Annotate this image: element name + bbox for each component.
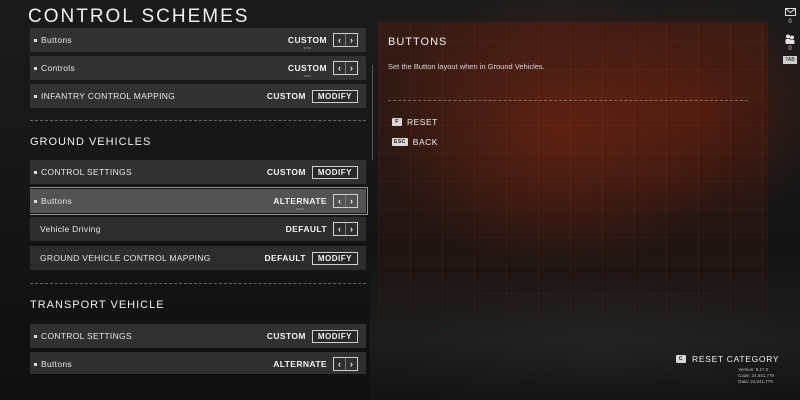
detail-description: Set the Button layout when in Ground Veh… bbox=[388, 62, 545, 71]
modify-button[interactable]: MODIFY bbox=[311, 329, 358, 343]
row-label: INFANTRY CONTROL MAPPING bbox=[41, 91, 176, 101]
scrollbar[interactable] bbox=[372, 65, 373, 160]
left-arrow-icon[interactable]: ‹ bbox=[334, 223, 345, 235]
reset-key-icon: F bbox=[392, 118, 402, 126]
row-label: CONTROL SETTINGS bbox=[41, 167, 132, 177]
row-label: GROUND VEHICLE CONTROL MAPPING bbox=[40, 253, 211, 263]
left-arrow-icon[interactable]: ‹ bbox=[334, 34, 345, 46]
right-arrow-icon[interactable]: › bbox=[345, 223, 357, 235]
bullet bbox=[34, 362, 37, 366]
row-value: CUSTOM bbox=[266, 91, 306, 101]
option-arrows[interactable]: ‹ › bbox=[333, 222, 358, 236]
tab-key-icon: TAB bbox=[783, 56, 797, 64]
reset-action[interactable]: F RESET bbox=[392, 117, 438, 127]
reset-label: RESET bbox=[407, 117, 438, 127]
back-label: BACK bbox=[412, 137, 438, 147]
settings-list[interactable]: Buttons CUSTOM •••• ‹ › Controls CUSTOM ••… bbox=[30, 28, 368, 374]
bullet bbox=[34, 199, 37, 203]
row-vehicle-driving[interactable]: Vehicle Driving DEFAULT ‹ › bbox=[30, 217, 366, 241]
modify-button[interactable]: MODIFY bbox=[311, 165, 358, 179]
row-value: DEFAULT bbox=[285, 224, 327, 234]
page-title: CONTROL SCHEMES bbox=[28, 6, 250, 27]
right-arrow-icon[interactable]: › bbox=[345, 358, 357, 370]
section-divider bbox=[30, 120, 366, 121]
right-arrow-icon[interactable]: › bbox=[345, 62, 357, 74]
row-ground-control-settings[interactable]: CONTROL SETTINGS CUSTOM MODIFY bbox=[30, 160, 366, 184]
row-ground-vehicle-control-mapping[interactable]: GROUND VEHICLE CONTROL MAPPING DEFAULT M… bbox=[30, 246, 366, 270]
row-value: CUSTOM bbox=[266, 167, 306, 177]
row-value: CUSTOM •••• bbox=[287, 63, 327, 78]
section-title-ground-vehicles: GROUND VEHICLES bbox=[30, 136, 152, 148]
section-title-transport-vehicle: TRANSPORT VEHICLE bbox=[30, 299, 165, 311]
data-line: Data: 24,641,779 bbox=[738, 379, 773, 384]
row-infantry-buttons[interactable]: Buttons CUSTOM •••• ‹ › bbox=[30, 28, 366, 52]
detail-title: BUTTONS bbox=[388, 36, 448, 48]
row-value: CUSTOM •••• bbox=[287, 35, 327, 50]
bullet bbox=[34, 334, 37, 338]
option-arrows[interactable]: ‹ › bbox=[333, 357, 358, 371]
mail-icon[interactable] bbox=[783, 6, 797, 18]
modify-button[interactable]: MODIFY bbox=[311, 251, 358, 265]
bullet bbox=[34, 38, 37, 42]
left-arrow-icon[interactable]: ‹ bbox=[334, 358, 345, 370]
row-label: Vehicle Driving bbox=[40, 224, 101, 234]
row-label: Controls bbox=[41, 63, 76, 73]
reset-category-key-icon: C bbox=[676, 355, 686, 363]
option-arrows[interactable]: ‹ › bbox=[333, 61, 358, 75]
bullet bbox=[34, 94, 37, 98]
row-value: ALTERNATE bbox=[273, 359, 327, 369]
row-label: Buttons bbox=[41, 196, 72, 206]
mail-count: 0 bbox=[788, 19, 792, 25]
right-arrow-icon[interactable]: › bbox=[345, 195, 357, 207]
modify-button[interactable]: MODIFY bbox=[311, 89, 358, 103]
right-arrow-icon[interactable]: › bbox=[345, 34, 357, 46]
party-icon[interactable] bbox=[783, 33, 797, 45]
reset-category-label: RESET CATEGORY bbox=[692, 354, 780, 364]
bullet bbox=[34, 170, 37, 174]
option-arrows[interactable]: ‹ › bbox=[333, 33, 358, 47]
row-label: Buttons bbox=[41, 35, 72, 45]
row-value: ALTERNATE •••• bbox=[273, 196, 327, 211]
reset-category-action[interactable]: C RESET CATEGORY bbox=[676, 354, 779, 364]
section-divider bbox=[30, 283, 366, 284]
back-action[interactable]: ESC BACK bbox=[392, 137, 438, 147]
row-label: CONTROL SETTINGS bbox=[41, 331, 132, 341]
row-label: Buttons bbox=[41, 359, 72, 369]
row-value: DEFAULT bbox=[264, 253, 306, 263]
row-infantry-controls[interactable]: Controls CUSTOM •••• ‹ › bbox=[30, 56, 366, 80]
row-transport-control-settings[interactable]: CONTROL SETTINGS CUSTOM MODIFY bbox=[30, 324, 366, 348]
version-info: Version: 8.17.0 Code: 24,641,779 Data: 2… bbox=[738, 367, 774, 385]
option-dots: •••• bbox=[303, 73, 312, 78]
row-infantry-control-mapping[interactable]: INFANTRY CONTROL MAPPING CUSTOM MODIFY bbox=[30, 84, 366, 108]
side-rail: 0 0 TAB bbox=[780, 6, 800, 64]
party-count: 0 bbox=[788, 46, 792, 52]
background-floor bbox=[370, 250, 800, 400]
row-value: CUSTOM bbox=[266, 331, 306, 341]
option-dots: •••• bbox=[296, 206, 304, 211]
left-arrow-icon[interactable]: ‹ bbox=[334, 62, 345, 74]
row-ground-buttons[interactable]: Buttons ALTERNATE •••• ‹ › bbox=[30, 187, 368, 215]
bullet bbox=[34, 66, 37, 70]
esc-key-icon: ESC bbox=[392, 138, 408, 146]
row-transport-buttons[interactable]: Buttons ALTERNATE ‹ › bbox=[30, 352, 366, 374]
option-dots: •••• bbox=[303, 45, 312, 50]
detail-divider bbox=[388, 100, 748, 101]
left-arrow-icon[interactable]: ‹ bbox=[334, 195, 345, 207]
option-arrows[interactable]: ‹ › bbox=[333, 194, 358, 208]
